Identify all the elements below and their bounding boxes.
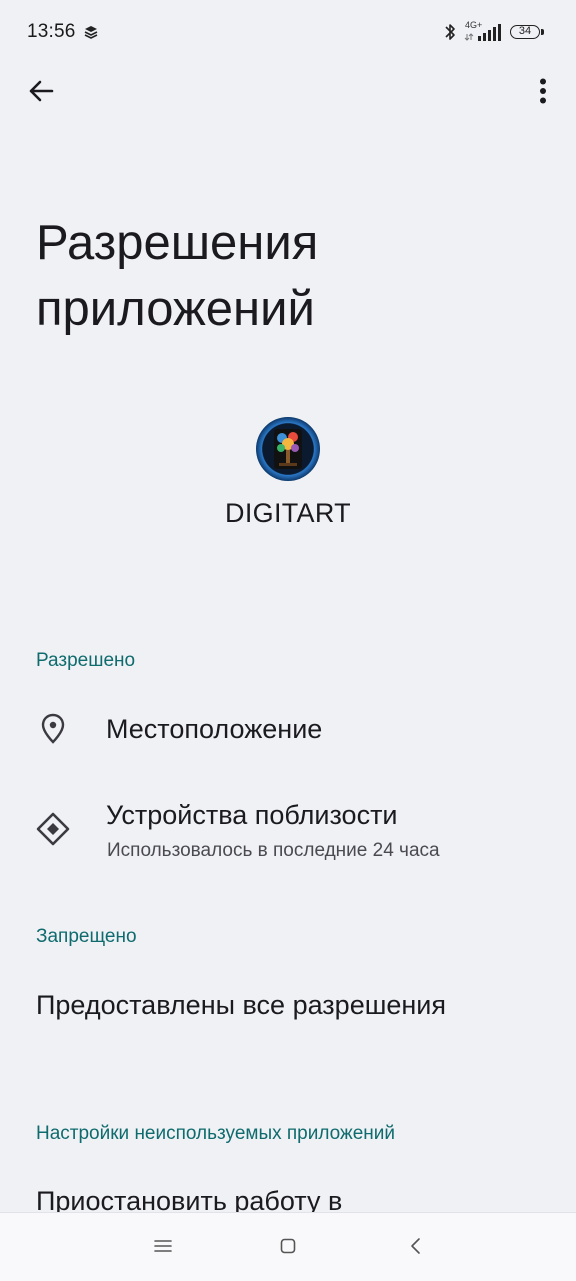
back-button[interactable] — [18, 68, 64, 114]
menu-icon — [154, 1240, 172, 1252]
chevron-left-icon — [411, 1238, 420, 1254]
battery-indicator: 34 — [510, 25, 540, 39]
permission-title: Местоположение — [106, 714, 323, 744]
permission-title: Устройства поблизости — [106, 800, 398, 830]
home-button[interactable] — [268, 1231, 308, 1261]
bluetooth-icon — [445, 24, 455, 40]
app-logo-icon — [256, 417, 320, 481]
section-header-unused-apps: Настройки неиспользуемых приложений — [36, 1123, 396, 1144]
more-vertical-icon — [540, 78, 546, 104]
denied-item-all-granted[interactable]: Предоставлены все разрешения — [36, 990, 446, 1021]
permission-subtitle: Использовалось в последние 24 часа — [107, 840, 440, 861]
signal-strength-icon — [464, 24, 501, 41]
status-bar: 13:56 4G+ 34 — [0, 0, 576, 64]
location-pin-icon — [36, 712, 70, 746]
more-options-button[interactable] — [521, 68, 565, 114]
nearby-devices-icon — [36, 812, 70, 846]
section-header-allowed: Разрешено — [36, 650, 136, 671]
battery-tip — [541, 29, 544, 35]
system-back-button[interactable] — [395, 1231, 435, 1261]
home-square-icon — [280, 1238, 296, 1254]
navigation-bar — [0, 1212, 576, 1281]
permission-item-location[interactable]: Местоположение — [0, 695, 576, 765]
app-name: DIGITART — [225, 498, 351, 528]
status-time: 13:56 — [27, 21, 76, 42]
permission-item-nearby-devices[interactable]: Устройства поблизости Использовалось в п… — [0, 790, 576, 880]
page-title: Разрешения приложений — [36, 216, 319, 336]
section-header-denied: Запрещено — [36, 926, 137, 947]
recent-apps-button[interactable] — [143, 1231, 183, 1261]
app-logo-tree-icon — [274, 429, 302, 469]
arrow-left-icon — [29, 80, 54, 102]
layers-icon — [84, 26, 98, 39]
